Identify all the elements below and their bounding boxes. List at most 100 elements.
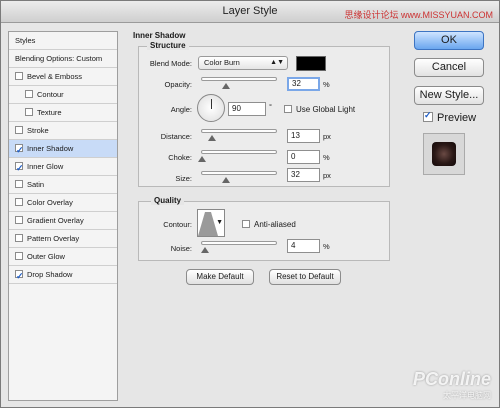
opacity-field[interactable]: 32 (287, 77, 320, 91)
style-item-outer-glow[interactable]: Outer Glow (9, 248, 117, 266)
choke-label: Choke: (168, 153, 192, 162)
style-item-color-overlay[interactable]: Color Overlay (9, 194, 117, 212)
style-item-label: Gradient Overlay (27, 216, 84, 225)
style-item-checkbox[interactable] (15, 160, 24, 177)
style-item-checkbox[interactable] (15, 72, 23, 80)
blend-mode-value: Color Burn (204, 58, 240, 67)
choke-slider-thumb[interactable] (198, 156, 206, 162)
noise-label: Noise: (170, 244, 192, 253)
opacity-label: Opacity: (164, 80, 192, 89)
choke-slider[interactable] (198, 150, 277, 162)
anti-aliased-checkbox-box[interactable] (242, 220, 250, 228)
dialog-title: Layer Style (222, 5, 278, 17)
contour-dropdown-icon[interactable]: ▼ (216, 219, 223, 226)
global-light-label: Use Global Light (296, 105, 356, 114)
choke-unit: % (323, 153, 330, 162)
angle-dial-needle (211, 99, 212, 109)
size-unit: px (323, 171, 331, 180)
style-item-inner-shadow[interactable]: Inner Shadow (9, 140, 117, 159)
blending-options-item[interactable]: Blending Options: Custom (9, 50, 117, 68)
style-item-gradient-overlay[interactable]: Gradient Overlay (9, 212, 117, 230)
distance-slider[interactable] (201, 129, 277, 141)
new-style-button[interactable]: New Style... (414, 86, 484, 105)
contour-picker[interactable]: ▼ (197, 209, 225, 237)
styles-header[interactable]: Styles (9, 32, 117, 50)
style-item-label: Pattern Overlay (27, 234, 80, 243)
contour-curve-icon (198, 212, 218, 236)
anti-aliased-label: Anti-aliased (254, 220, 296, 229)
pconline-sub: 太平洋电脑网 (443, 391, 491, 400)
preview-label: Preview (437, 112, 477, 124)
style-item-contour[interactable]: Contour (9, 86, 117, 104)
contour-label: Contour: (163, 220, 192, 229)
style-item-checkbox[interactable] (15, 252, 23, 260)
choke-field[interactable]: 0 (287, 150, 320, 164)
style-item-label: Color Overlay (27, 198, 73, 207)
size-slider[interactable] (201, 171, 277, 183)
select-arrow-icon: ▲▼ (270, 59, 284, 66)
blend-color-swatch[interactable] (296, 56, 326, 71)
style-item-checkbox[interactable] (15, 234, 23, 242)
structure-title: Structure (147, 41, 189, 50)
style-item-texture[interactable]: Texture (9, 104, 117, 122)
site-watermark-top: 思缘设计论坛 www.MISSYUAN.COM (344, 10, 493, 20)
preview-thumbnail (432, 142, 456, 166)
noise-slider-thumb[interactable] (201, 247, 210, 253)
size-label: Size: (175, 174, 192, 183)
style-item-label: Stroke (27, 126, 49, 135)
global-light-checkbox-box[interactable] (284, 105, 292, 113)
noise-slider[interactable] (201, 241, 277, 253)
style-item-label: Satin (27, 180, 45, 189)
angle-field[interactable]: 90 (228, 102, 266, 116)
style-item-label: Outer Glow (27, 252, 65, 261)
opacity-unit: % (323, 80, 330, 89)
style-item-checkbox[interactable] (15, 198, 23, 206)
style-item-stroke[interactable]: Stroke (9, 122, 117, 140)
distance-field[interactable]: 13 (287, 129, 320, 143)
quality-title: Quality (151, 196, 185, 205)
layer-style-dialog: Layer Style 思缘设计论坛 www.MISSYUAN.COM Styl… (0, 0, 500, 408)
style-item-inner-glow[interactable]: Inner Glow (9, 158, 117, 177)
noise-unit: % (323, 242, 330, 251)
anti-aliased-checkbox[interactable]: Anti-aliased (242, 220, 296, 229)
cancel-button[interactable]: Cancel (414, 58, 484, 77)
style-item-satin[interactable]: Satin (9, 176, 117, 194)
global-light-checkbox[interactable]: Use Global Light (284, 105, 355, 114)
style-item-pattern-overlay[interactable]: Pattern Overlay (9, 230, 117, 248)
style-item-checkbox[interactable] (15, 142, 24, 159)
style-item-checkbox[interactable] (15, 268, 24, 285)
style-item-checkbox[interactable] (15, 180, 23, 188)
inner-shadow-title: Inner Shadow (133, 31, 186, 40)
size-slider-thumb[interactable] (222, 177, 231, 183)
ok-button[interactable]: OK (414, 31, 484, 50)
angle-label: Angle: (170, 105, 192, 114)
style-item-label: Drop Shadow (27, 270, 73, 279)
size-field[interactable]: 32 (287, 168, 320, 182)
styles-list: Styles Blending Options: Custom Bevel & … (8, 31, 118, 401)
style-item-label: Bevel & Emboss (27, 72, 83, 81)
opacity-slider[interactable] (201, 77, 277, 89)
style-item-checkbox[interactable] (15, 126, 23, 134)
opacity-slider-thumb[interactable] (222, 83, 231, 89)
pconline-watermark: PConline 太平洋电脑网 (413, 369, 491, 401)
style-item-label: Inner Glow (27, 162, 64, 171)
style-item-bevel-emboss[interactable]: Bevel & Emboss (9, 68, 117, 86)
angle-dial[interactable] (197, 94, 225, 122)
style-item-checkbox[interactable] (25, 90, 33, 98)
make-default-button[interactable]: Make Default (186, 269, 254, 285)
style-item-label: Inner Shadow (27, 144, 74, 153)
distance-label: Distance: (160, 132, 192, 141)
style-item-checkbox[interactable] (15, 216, 23, 224)
blend-mode-label: Blend Mode: (149, 59, 192, 68)
noise-field[interactable]: 4 (287, 239, 320, 253)
style-item-drop-shadow[interactable]: Drop Shadow (9, 266, 117, 285)
distance-slider-thumb[interactable] (207, 135, 216, 141)
blend-mode-select[interactable]: Color Burn ▲▼ (198, 56, 288, 70)
distance-unit: px (323, 132, 331, 141)
reset-to-default-button[interactable]: Reset to Default (269, 269, 341, 285)
preview-swatch (423, 133, 465, 175)
preview-checkbox-box[interactable] (423, 110, 433, 122)
style-item-checkbox[interactable] (25, 108, 33, 116)
preview-checkbox[interactable]: Preview (423, 110, 477, 124)
title-bar: Layer Style 思缘设计论坛 www.MISSYUAN.COM (1, 1, 499, 23)
